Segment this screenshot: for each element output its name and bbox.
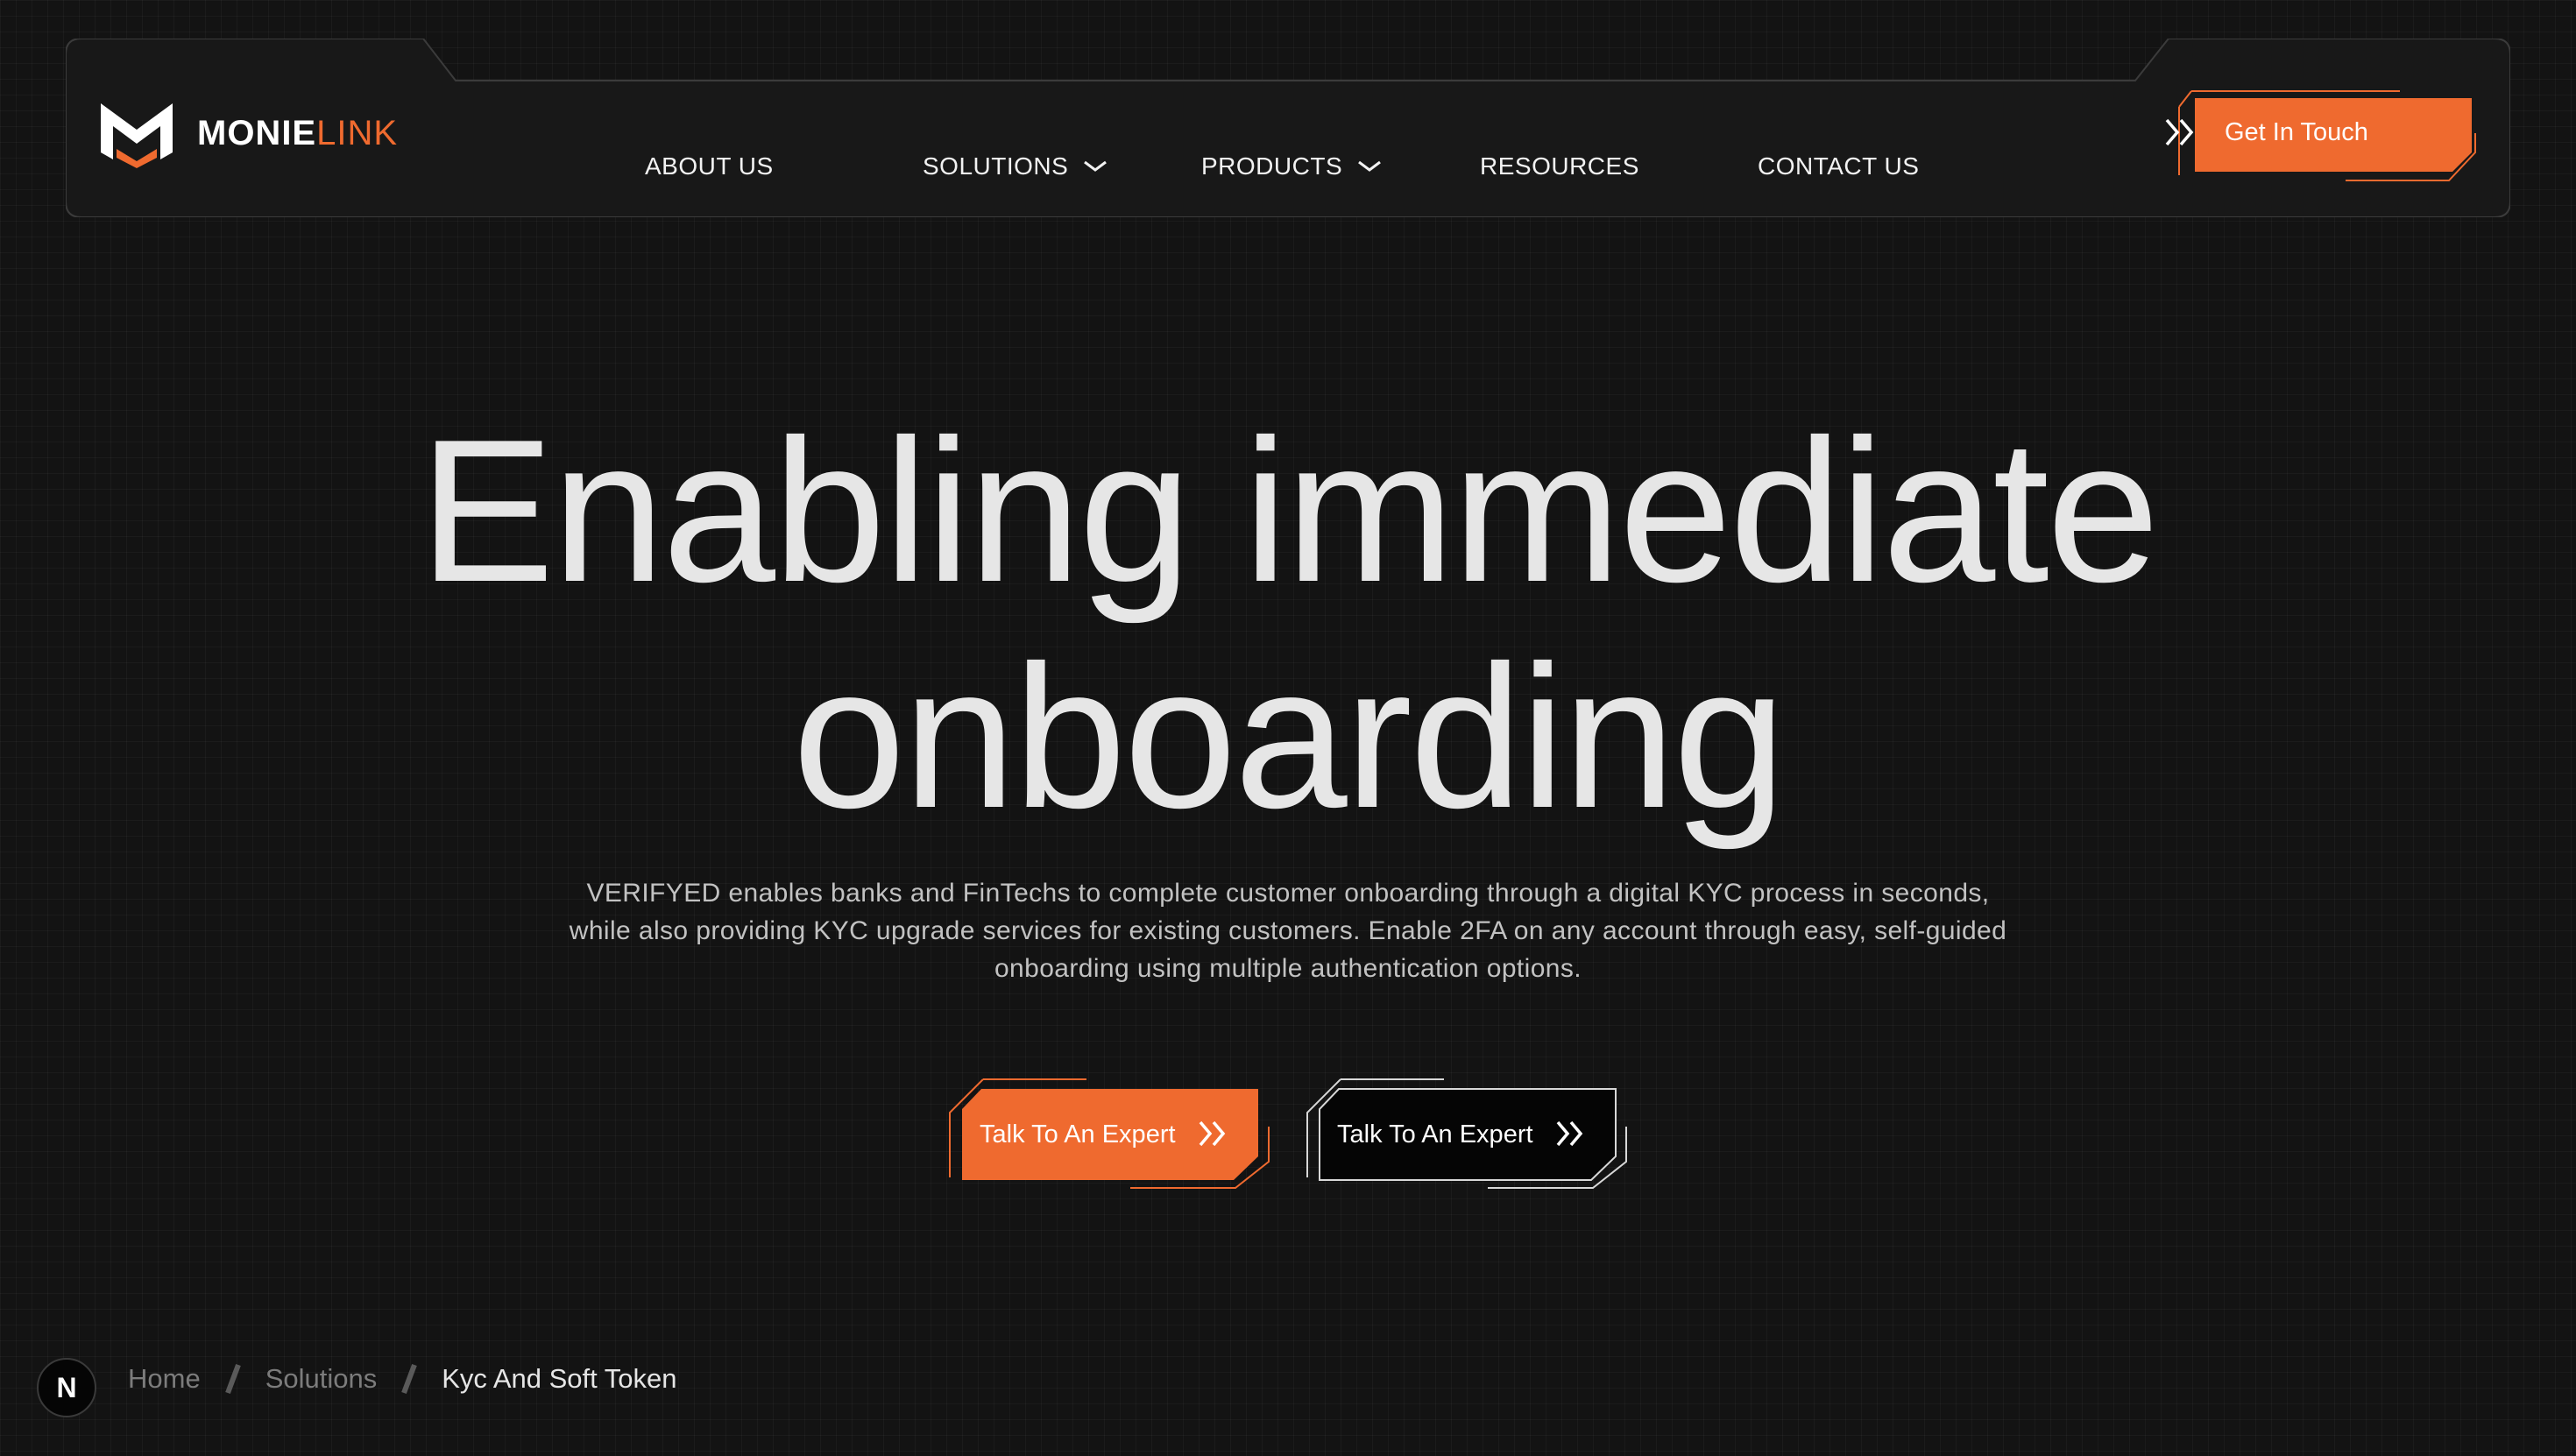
- breadcrumb-home[interactable]: Home: [128, 1363, 201, 1395]
- nav-item-about-us[interactable]: ABOUT US: [645, 140, 774, 193]
- nav-item-solutions[interactable]: SOLUTIONS: [923, 140, 1108, 193]
- nextjs-devtools-badge[interactable]: N: [37, 1358, 96, 1417]
- chevron-down-icon: [1084, 160, 1108, 172]
- nav-item-label: RESOURCES: [1480, 152, 1639, 180]
- double-chevron-right-icon: [2165, 118, 2194, 146]
- nav-item-label: SOLUTIONS: [923, 152, 1069, 180]
- talk-to-expert-label: Talk To An Expert: [980, 1120, 1176, 1149]
- hero-title-line-1: Enabling immediate: [419, 398, 2160, 625]
- main-navigation: ABOUT US SOLUTIONS PRODUCTS RESOURCES CO…: [66, 140, 2510, 193]
- hero-description: VERIFYED enables banks and FinTechs to c…: [569, 879, 2007, 983]
- get-in-touch-button[interactable]: Get In Touch: [2163, 81, 2479, 194]
- breadcrumb: Home Solutions Kyc And Soft Token: [128, 1356, 677, 1402]
- nav-item-label: ABOUT US: [645, 152, 774, 180]
- nav-item-contact-us[interactable]: CONTACT US: [1758, 140, 1919, 193]
- double-chevron-right-icon: [1199, 1120, 1226, 1147]
- hero-title-line-2: onboarding: [792, 624, 1786, 851]
- top-navbar: MONIELINK ABOUT US SOLUTIONS PRODUCTS RE…: [66, 39, 2510, 217]
- get-in-touch-label: Get In Touch: [2225, 117, 2368, 146]
- hero-cta-group: Talk To An Expert Talk To An Expert: [0, 1074, 2576, 1197]
- breadcrumb-current-page: Kyc And Soft Token: [442, 1363, 677, 1394]
- talk-to-expert-label: Talk To An Expert: [1337, 1120, 1533, 1149]
- nav-item-label: PRODUCTS: [1201, 152, 1343, 180]
- breadcrumb-solutions[interactable]: Solutions: [265, 1363, 378, 1395]
- talk-to-expert-primary-button[interactable]: Talk To An Expert: [946, 1074, 1270, 1197]
- nav-item-resources[interactable]: RESOURCES: [1480, 140, 1639, 193]
- breadcrumb-separator-icon: [401, 1363, 418, 1395]
- nextjs-logo-icon: N: [56, 1371, 77, 1403]
- hero-title: Enabling immediate onboarding: [0, 399, 2576, 851]
- talk-to-expert-secondary-button[interactable]: Talk To An Expert: [1304, 1074, 1628, 1197]
- chevron-down-icon: [1358, 160, 1382, 172]
- breadcrumb-separator-icon: [224, 1363, 241, 1395]
- nav-item-products[interactable]: PRODUCTS: [1201, 140, 1383, 193]
- double-chevron-right-icon: [1556, 1120, 1583, 1147]
- nav-item-label: CONTACT US: [1758, 152, 1920, 180]
